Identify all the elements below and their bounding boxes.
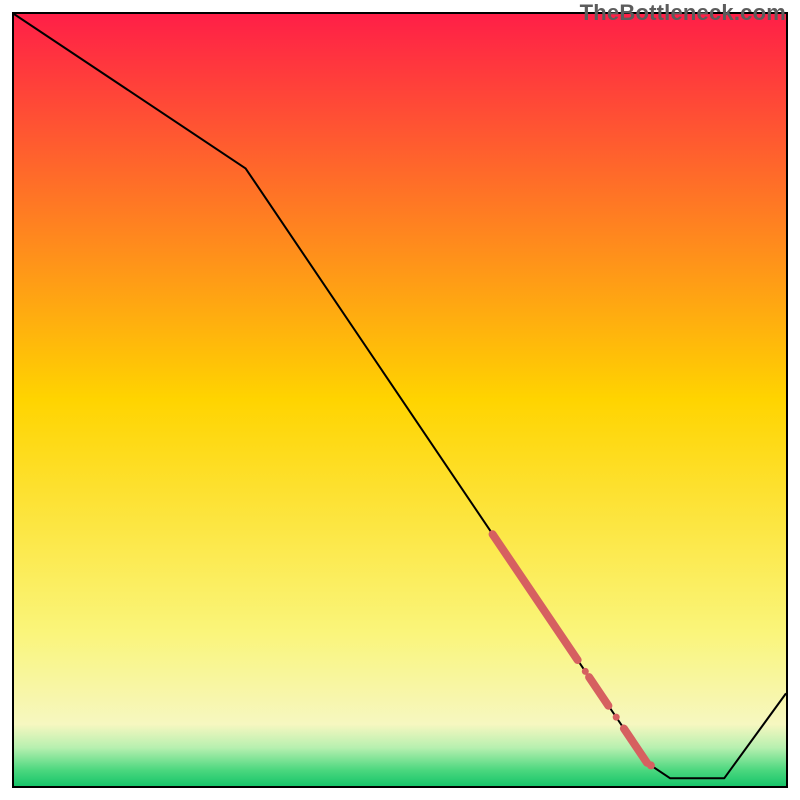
highlight-point-0 — [582, 668, 589, 675]
chart-plot-area — [12, 12, 788, 788]
highlight-point-1 — [613, 714, 620, 721]
highlight-point-2 — [647, 761, 655, 769]
chart-background — [14, 14, 786, 786]
chart-stage: TheBottleneck.com — [0, 0, 800, 800]
chart-svg — [14, 14, 786, 786]
